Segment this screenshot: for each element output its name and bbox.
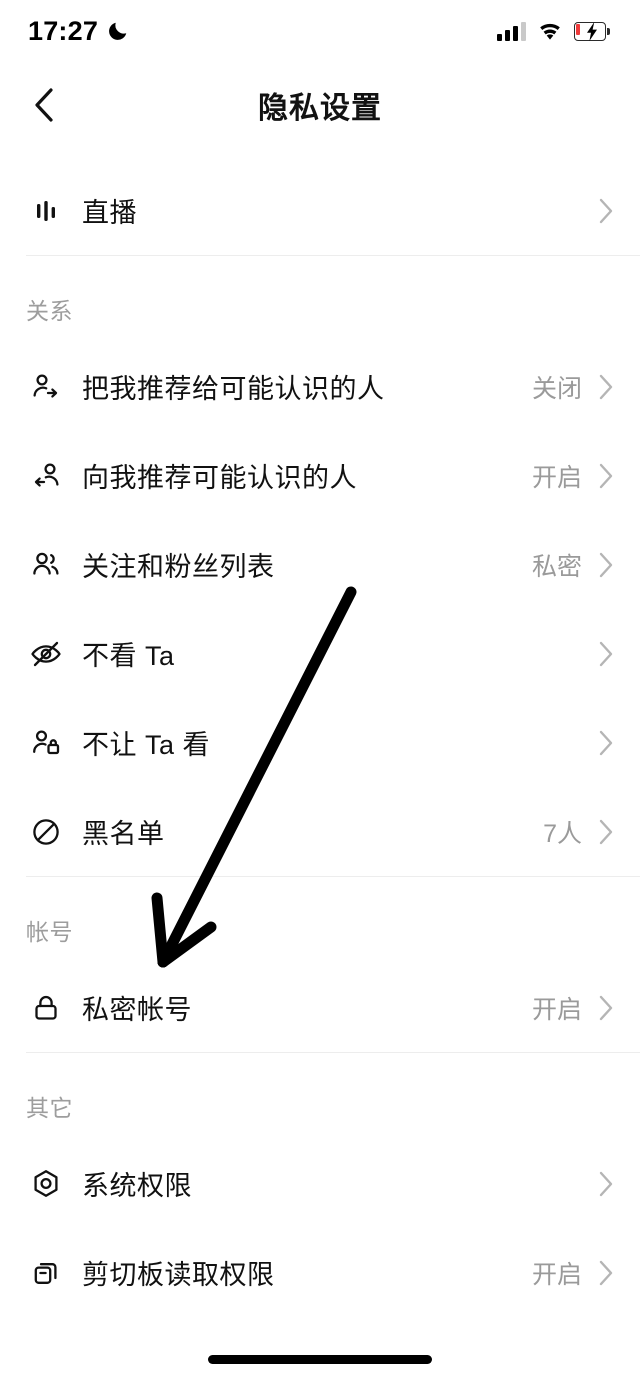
chevron-right-icon (598, 552, 614, 578)
list-item-value: 开启 (531, 995, 582, 1024)
list-item-label: 不让 Ta 看 (82, 730, 211, 760)
list-item-label: 关注和粉丝列表 (82, 552, 275, 582)
chevron-right-icon (598, 1171, 614, 1197)
battery-charging-icon (574, 21, 610, 41)
list-item-recommend-me-to-others[interactable]: 把我推荐给可能认识的人 关闭 (0, 342, 640, 431)
chevron-right-icon (598, 374, 614, 400)
list-item-private-account[interactable]: 私密帐号 开启 (0, 963, 640, 1052)
chevron-right-icon (598, 995, 614, 1021)
back-button[interactable] (18, 79, 70, 131)
section-header-other: 其它 (26, 1095, 73, 1121)
status-bar: 17:27 (0, 0, 640, 62)
section-header-account: 帐号 (26, 919, 73, 945)
list-item-label: 不看 Ta (82, 641, 175, 671)
lock-icon (26, 988, 66, 1028)
cellular-signal-icon (497, 21, 526, 41)
list-item-label: 向我推荐可能认识的人 (82, 463, 357, 493)
list-item-label: 把我推荐给可能认识的人 (82, 374, 385, 404)
chevron-right-icon (598, 730, 614, 756)
chevron-right-icon (598, 641, 614, 667)
person-lock-icon (26, 723, 66, 763)
hexagon-nut-icon (26, 1164, 66, 1204)
list-item-label: 直播 (82, 198, 137, 228)
list-item-recommend-others-to-me[interactable]: 向我推荐可能认识的人 开启 (0, 431, 640, 520)
section-header-relations: 关系 (26, 298, 73, 324)
wifi-icon (540, 23, 560, 40)
list-item-label: 黑名单 (82, 819, 165, 849)
live-bars-icon (26, 191, 66, 231)
status-bar-right (497, 21, 610, 41)
chevron-right-icon (598, 1260, 614, 1286)
list-item-block-ta-from-seeing[interactable]: 不让 Ta 看 (0, 698, 640, 787)
status-time: 17:27 (28, 15, 99, 46)
list-item-hide-ta-content[interactable]: 不看 Ta (0, 609, 640, 698)
clipboard-copy-icon (26, 1253, 66, 1293)
home-indicator-bar (208, 1355, 432, 1364)
settings-list: 直播 关系 把我推荐给可能认识的人 关闭 向我推荐可能认识的人 开启 关注和粉丝… (0, 148, 640, 1317)
page-title: 隐私设置 (258, 92, 382, 125)
block-circle-icon (26, 812, 66, 852)
list-item-label: 私密帐号 (82, 995, 192, 1025)
list-item-clipboard-read-permission[interactable]: 剪切板读取权限 开启 (0, 1228, 640, 1317)
eye-off-icon (26, 634, 66, 674)
list-item-value: 开启 (531, 463, 582, 492)
person-share-icon (26, 367, 66, 407)
back-chevron-icon (35, 88, 53, 122)
list-item-value: 7人 (543, 819, 582, 848)
person-receive-icon (26, 456, 66, 496)
list-item-label: 剪切板读取权限 (82, 1260, 275, 1290)
list-item-value: 关闭 (531, 374, 582, 403)
list-item-value: 私密 (531, 552, 582, 581)
list-item-label: 系统权限 (82, 1171, 192, 1201)
charging-bolt-icon (587, 21, 597, 41)
list-item-blacklist[interactable]: 黑名单 7人 (0, 787, 640, 876)
nav-bar: 隐私设置 (0, 62, 640, 148)
list-item-value: 开启 (531, 1260, 582, 1289)
status-bar-left: 17:27 (28, 16, 129, 47)
list-item-live[interactable]: 直播 (0, 166, 640, 255)
chevron-right-icon (598, 463, 614, 489)
list-item-system-permissions[interactable]: 系统权限 (0, 1139, 640, 1228)
list-top-spacer (0, 148, 640, 166)
chevron-right-icon (598, 819, 614, 845)
people-group-icon (26, 545, 66, 585)
chevron-right-icon (598, 198, 614, 224)
moon-icon (109, 22, 127, 40)
list-item-following-followers-list[interactable]: 关注和粉丝列表 私密 (0, 520, 640, 609)
